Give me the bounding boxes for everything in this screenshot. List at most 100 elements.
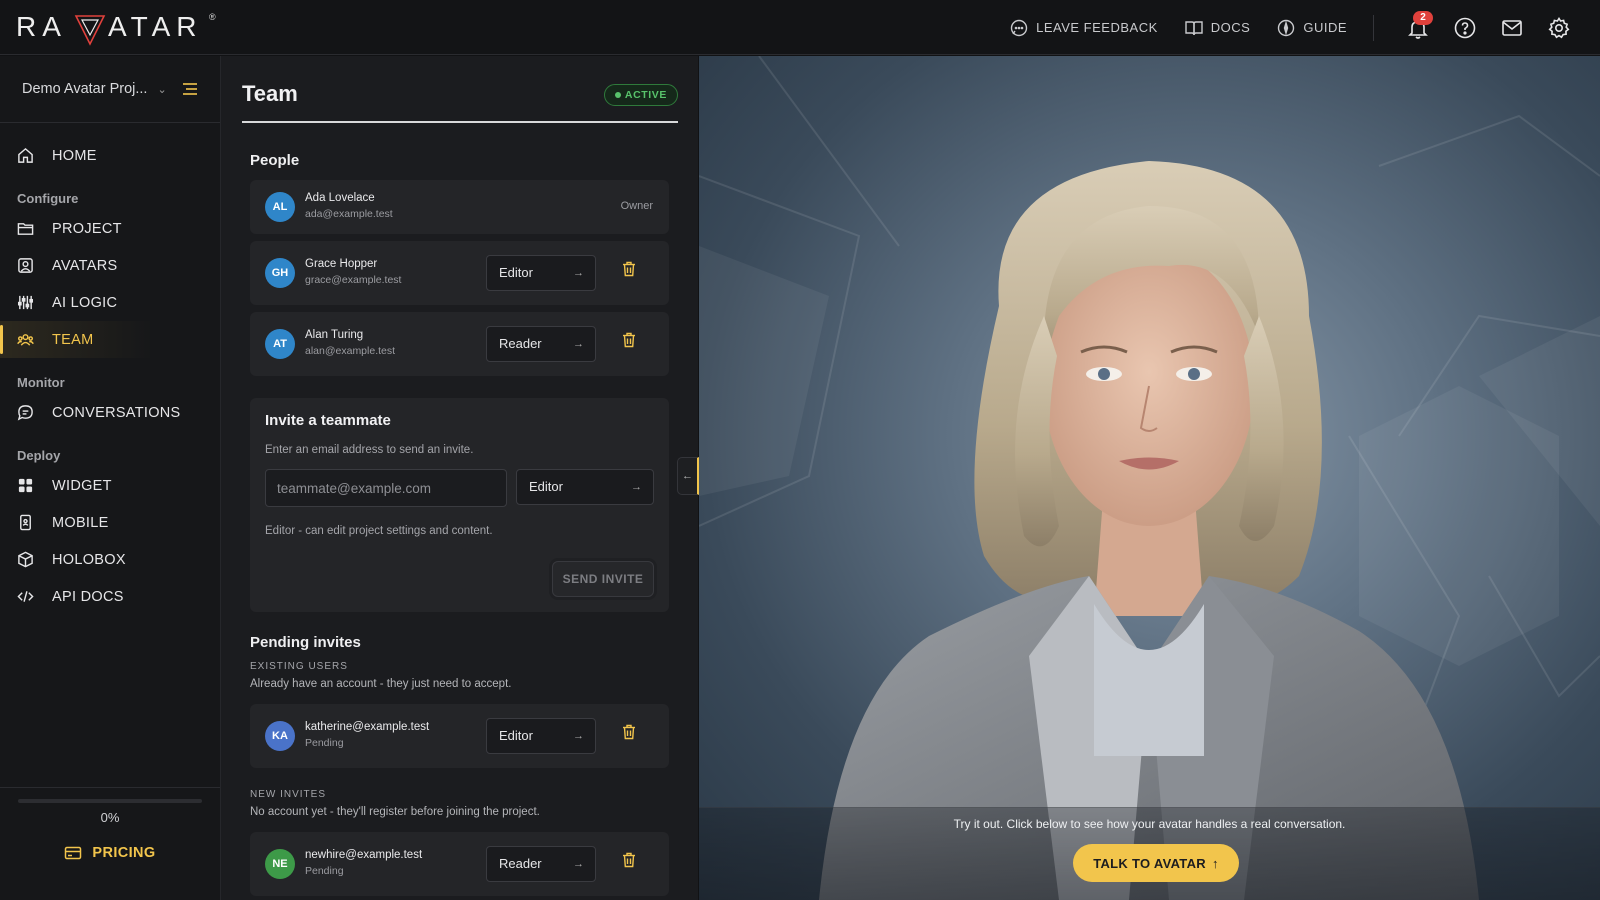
project-selector[interactable]: Demo Avatar Proj... ⌄ <box>0 56 220 123</box>
arrow-right-icon: → <box>573 730 584 742</box>
chevron-down-icon: ⌄ <box>157 83 167 96</box>
page-title: Team <box>242 81 298 106</box>
talk-to-avatar-button[interactable]: TALK TO AVATAR ↑ <box>1073 844 1239 882</box>
mail-icon <box>1501 19 1522 36</box>
invite-subtitle: Enter an email address to send an invite… <box>265 444 474 456</box>
help-icon <box>1454 17 1475 38</box>
pending-invite-row: NE newhire@example.test Pending Reader → <box>250 832 669 896</box>
sidebar-item-label: AVATARS <box>52 257 118 274</box>
role-select[interactable]: Editor → <box>486 718 596 754</box>
arrow-left-icon: ← <box>682 470 693 482</box>
role-select-value: Reader <box>499 336 542 351</box>
stage-footer: Try it out. Click below to see how your … <box>699 807 1600 900</box>
help-button[interactable] <box>1441 4 1488 51</box>
sidebar-footer: 0% PRICING <box>0 787 220 900</box>
svg-text:ATAR: ATAR <box>108 11 203 42</box>
sidebar-nav: HOME Configure PROJECT AVATARS AI LOGIC … <box>0 123 220 615</box>
leave-feedback-link[interactable]: LEAVE FEEDBACK <box>1009 18 1158 38</box>
person-row: GH Grace Hopper grace@example.test Edito… <box>250 241 669 305</box>
project-name: Demo Avatar Proj... <box>22 81 148 97</box>
person-row: AL Ada Lovelace ada@example.test Owner <box>250 180 669 234</box>
role-select-value: Reader <box>499 856 542 871</box>
section-monitor: Monitor <box>17 375 65 390</box>
role-select[interactable]: Reader → <box>486 846 596 882</box>
sidebar-item-widget[interactable]: WIDGET <box>0 467 220 504</box>
folder-icon <box>17 223 34 235</box>
menu-icon[interactable] <box>182 82 198 96</box>
sidebar-item-ai-logic[interactable]: AI LOGIC <box>0 284 220 321</box>
sidebar-item-label: PROJECT <box>52 220 122 237</box>
gear-icon <box>1547 16 1570 38</box>
invite-role-select[interactable]: Editor → <box>516 469 654 505</box>
arrow-right-icon: → <box>573 267 584 279</box>
notification-badge: 2 <box>1413 11 1433 25</box>
avatar: GH <box>265 258 295 288</box>
trash-icon[interactable] <box>622 261 636 277</box>
invite-heading: Invite a teammate <box>265 412 391 429</box>
trash-icon[interactable] <box>622 332 636 348</box>
home-icon <box>18 147 33 163</box>
role-select-value: Editor <box>499 265 533 280</box>
top-bar: RA ATAR ® LEAVE FEEDBACK DOCS GUIDE 2 <box>0 0 1600 55</box>
arrow-up-icon: ↑ <box>1211 855 1219 871</box>
sidebar: Demo Avatar Proj... ⌄ HOME Configure PRO… <box>0 56 221 900</box>
code-icon <box>17 591 34 602</box>
send-invite-button[interactable]: SEND INVITE <box>552 561 654 597</box>
sidebar-item-avatars[interactable]: AVATARS <box>0 247 220 284</box>
sidebar-item-home[interactable]: HOME <box>0 137 220 174</box>
trash-icon[interactable] <box>622 724 636 740</box>
section-deploy: Deploy <box>17 448 61 463</box>
guide-link[interactable]: GUIDE <box>1276 18 1347 38</box>
role-select[interactable]: Reader → <box>486 326 596 362</box>
sidebar-item-label: API DOCS <box>52 588 124 605</box>
person-name: Ada Lovelace <box>305 192 375 204</box>
arrow-right-icon: → <box>631 481 642 493</box>
people-heading: People <box>250 152 300 169</box>
usage-progress-bar <box>18 799 202 803</box>
trash-icon[interactable] <box>622 852 636 868</box>
avatar: KA <box>265 721 295 751</box>
invite-card: Invite a teammate Enter an email address… <box>250 398 669 612</box>
pricing-link[interactable]: PRICING <box>0 844 220 862</box>
notifications-button[interactable]: 2 <box>1394 4 1441 51</box>
usage-progress-label: 0% <box>100 810 120 825</box>
pending-invite-row: KA katherine@example.test Pending Editor… <box>250 704 669 768</box>
chat-icon <box>17 405 33 421</box>
sidebar-item-team[interactable]: TEAM <box>0 321 220 358</box>
role-select[interactable]: Editor → <box>486 255 596 291</box>
try-it-text: Try it out. Click below to see how your … <box>953 817 1346 831</box>
invite-status: Pending <box>305 737 344 749</box>
docs-link[interactable]: DOCS <box>1184 18 1251 38</box>
cube-icon <box>18 551 33 568</box>
pending-invites-heading: Pending invites <box>250 634 361 651</box>
invite-email-input[interactable] <box>265 469 507 507</box>
settings-button[interactable] <box>1535 4 1582 51</box>
invite-role-value: Editor <box>529 479 563 494</box>
sidebar-item-project[interactable]: PROJECT <box>0 210 220 247</box>
top-separator <box>1373 14 1374 41</box>
new-invites-desc: No account yet - they'll register before… <box>250 806 540 818</box>
sidebar-item-label: CONVERSATIONS <box>52 404 181 421</box>
sliders-icon <box>17 295 34 310</box>
avatar-preview: Try it out. Click below to see how your … <box>699 56 1600 900</box>
person-email: alan@example.test <box>305 345 396 357</box>
sidebar-item-label: AI LOGIC <box>52 294 118 311</box>
owner-role-label: Owner <box>620 200 653 212</box>
sidebar-item-api-docs[interactable]: API DOCS <box>0 578 220 615</box>
person-name: Grace Hopper <box>305 258 378 270</box>
role-hint: Editor - can edit project settings and c… <box>265 525 493 537</box>
mobile-icon <box>20 514 31 531</box>
sidebar-item-mobile[interactable]: MOBILE <box>0 504 220 541</box>
ravatar-logo[interactable]: RA ATAR ® <box>16 8 216 48</box>
sidebar-item-label: MOBILE <box>52 514 109 531</box>
arrow-right-icon: → <box>573 338 584 350</box>
team-icon <box>17 334 34 346</box>
section-configure: Configure <box>17 191 79 206</box>
sidebar-item-holobox[interactable]: HOLOBOX <box>0 541 220 578</box>
person-row: AT Alan Turing alan@example.test Reader → <box>250 312 669 376</box>
collapse-panel-button[interactable]: ← <box>677 457 699 495</box>
messages-button[interactable] <box>1488 4 1535 51</box>
docs-label: DOCS <box>1210 20 1251 35</box>
credit-card-icon <box>65 846 82 860</box>
sidebar-item-conversations[interactable]: CONVERSATIONS <box>0 394 220 431</box>
